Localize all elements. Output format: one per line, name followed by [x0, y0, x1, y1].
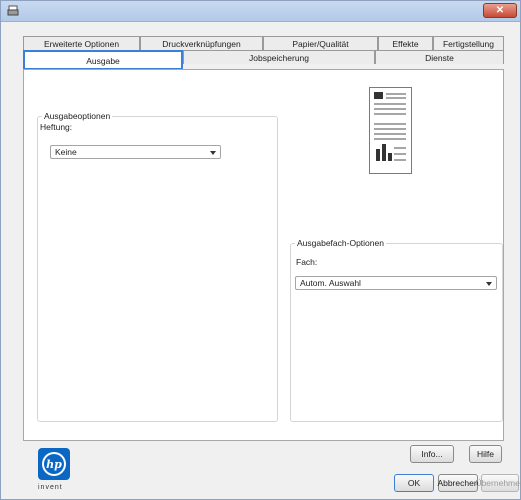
output-bin-group: Ausgabefach-Optionen [290, 238, 503, 422]
binding-value: Keine [55, 147, 77, 157]
tab-label: Effekte [392, 38, 419, 49]
page-preview-icon [369, 87, 412, 174]
hp-tagline: invent [38, 484, 63, 491]
cancel-button-label: Abbrechen [437, 478, 479, 488]
tab-job-storage[interactable]: Jobspeicherung [183, 50, 375, 64]
tab-shortcuts[interactable]: Druckverknüpfungen [140, 36, 263, 50]
printer-icon [7, 5, 19, 17]
chevron-down-icon [210, 151, 216, 155]
close-icon: ✕ [495, 5, 505, 16]
tab-effects[interactable]: Effekte [378, 36, 433, 50]
tab-output[interactable]: Ausgabe [23, 50, 183, 70]
tray-label: Fach: [296, 257, 318, 267]
hp-logo: hp [38, 448, 70, 480]
tab-label: Papier/Qualität [292, 38, 349, 49]
printer-properties-window: ✕ Erweiterte Optionen Druckverknüpfungen… [0, 0, 521, 500]
output-bin-legend: Ausgabefach-Optionen [297, 238, 384, 248]
cancel-button[interactable]: Abbrechen [437, 474, 479, 492]
tab-label: Jobspeicherung [248, 52, 309, 63]
tray-value: Autom. Auswahl [300, 278, 361, 288]
chevron-down-icon [486, 282, 492, 286]
apply-button-label: Übernehmen [475, 478, 521, 488]
tab-services[interactable]: Dienste [375, 50, 504, 64]
apply-button[interactable]: Übernehmen [475, 474, 521, 492]
tab-label: Dienste [425, 52, 454, 63]
tab-finishing[interactable]: Fertigstellung [433, 36, 504, 50]
titlebar: ✕ [1, 1, 520, 22]
binding-label: Heftung: [40, 122, 73, 132]
output-options-legend: Ausgabeoptionen [44, 111, 111, 121]
info-button[interactable]: Info... [410, 445, 454, 463]
tab-row-top: Erweiterte Optionen Druckverknüpfungen P… [23, 36, 504, 50]
tab-label: Ausgabe [86, 55, 120, 66]
close-button[interactable]: ✕ [483, 3, 517, 18]
binding-select[interactable]: Keine [50, 145, 221, 159]
tray-select[interactable]: Autom. Auswahl [295, 276, 497, 290]
help-button-label: Hilfe [476, 449, 494, 459]
help-button[interactable]: Hilfe [469, 445, 502, 463]
hp-logo-text: hp [46, 458, 62, 471]
ok-button[interactable]: OK [394, 474, 434, 492]
tab-label: Druckverknüpfungen [162, 38, 241, 49]
tab-label: Erweiterte Optionen [43, 38, 120, 49]
tab-label: Fertigstellung [442, 38, 495, 49]
tab-advanced-options[interactable]: Erweiterte Optionen [23, 36, 140, 50]
tab-row-bottom: Ausgabe Jobspeicherung Dienste [23, 50, 504, 70]
info-button-label: Info... [421, 449, 443, 459]
tab-paper-quality[interactable]: Papier/Qualität [263, 36, 378, 50]
ok-button-label: OK [407, 478, 421, 488]
